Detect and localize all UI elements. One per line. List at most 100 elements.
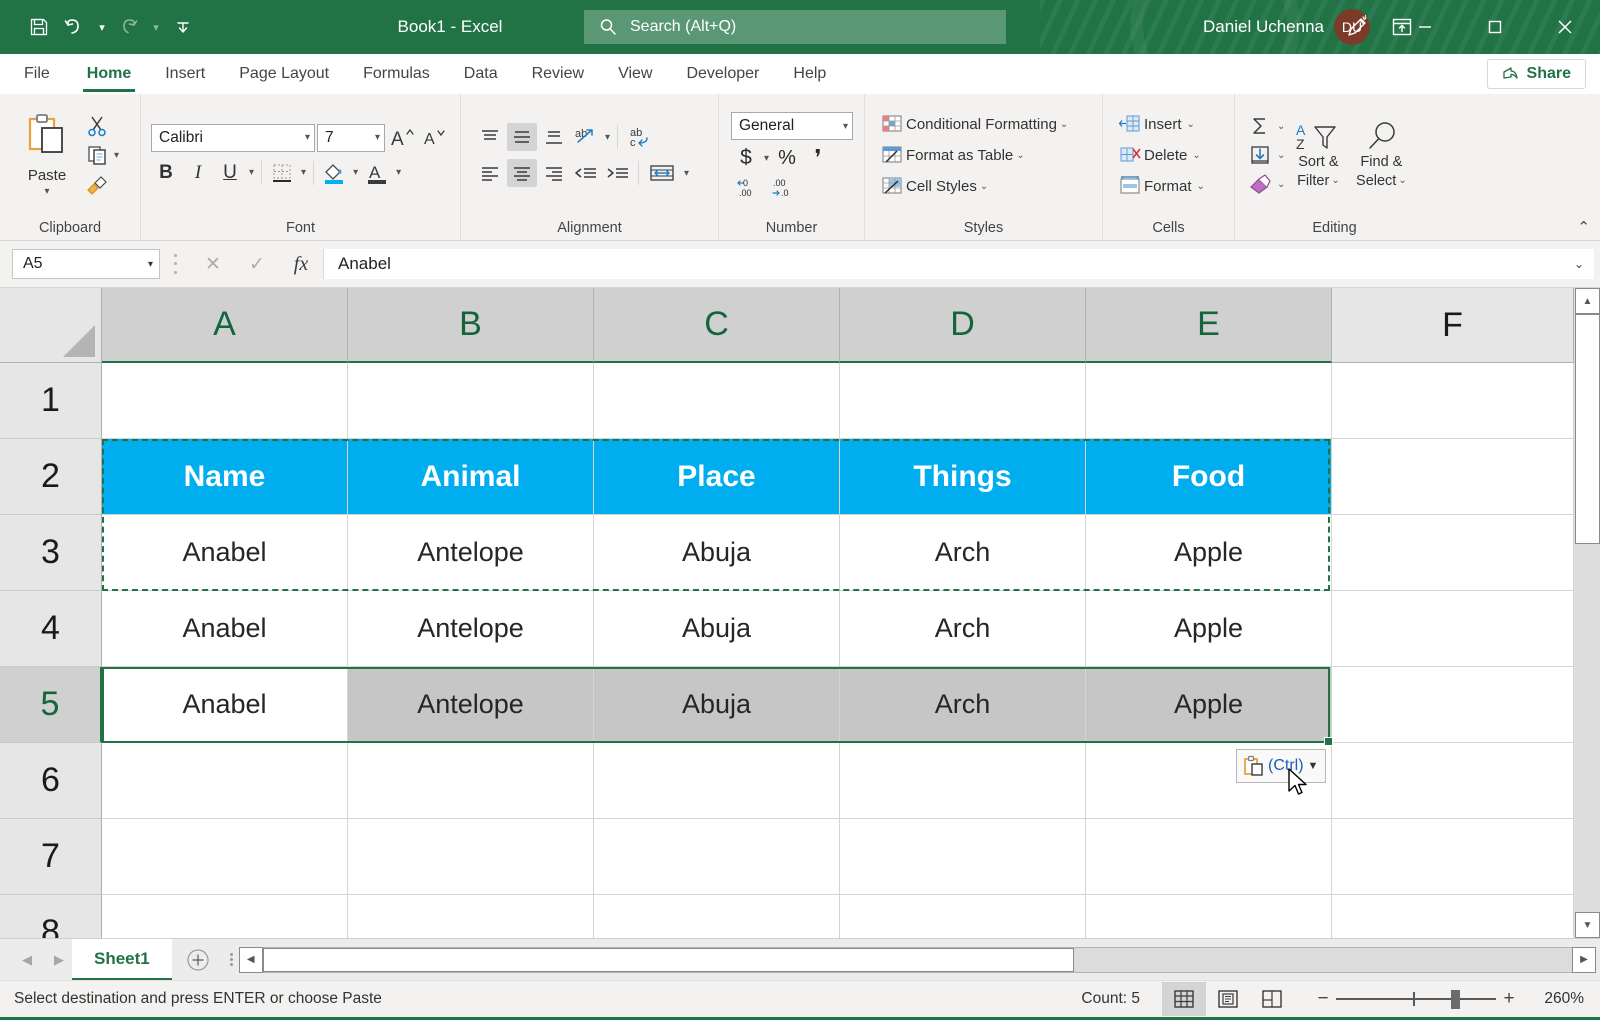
cell-e8[interactable] bbox=[1086, 895, 1332, 938]
insert-dropdown-caret-icon[interactable]: ⌄ bbox=[1185, 119, 1197, 130]
merge-and-center-icon[interactable] bbox=[644, 159, 680, 187]
paste-dropdown-caret-icon[interactable]: ▾ bbox=[44, 186, 49, 197]
normal-view-icon[interactable] bbox=[1162, 982, 1206, 1016]
cell-b6[interactable] bbox=[348, 743, 594, 819]
cell-c4[interactable]: Abuja bbox=[594, 591, 840, 667]
conditional-formatting-button[interactable]: Conditional Formatting ⌄ bbox=[877, 110, 1072, 138]
cell-f5[interactable] bbox=[1332, 667, 1574, 743]
cell-c6[interactable] bbox=[594, 743, 840, 819]
cell-d7[interactable] bbox=[840, 819, 1086, 895]
tab-home[interactable]: Home bbox=[70, 54, 148, 94]
wrap-text-icon[interactable]: abc bbox=[623, 123, 659, 151]
row-header-1[interactable]: 1 bbox=[0, 363, 102, 439]
cell-f6[interactable] bbox=[1332, 743, 1574, 819]
horizontal-scroll-track[interactable] bbox=[263, 947, 1572, 973]
cell-a8[interactable] bbox=[102, 895, 348, 938]
vertical-scroll-track[interactable] bbox=[1575, 544, 1600, 912]
row-header-6[interactable]: 6 bbox=[0, 743, 102, 819]
fill-down-icon[interactable] bbox=[1245, 141, 1275, 169]
cell-d6[interactable] bbox=[840, 743, 1086, 819]
cell-c5[interactable]: Abuja bbox=[594, 667, 840, 743]
cancel-x-icon[interactable]: ✕ bbox=[191, 249, 235, 279]
cell-b3[interactable]: Antelope bbox=[348, 515, 594, 591]
expand-formula-bar-icon[interactable]: ⌄ bbox=[1564, 249, 1594, 279]
format-as-table-button[interactable]: Format as Table ⌄ bbox=[877, 141, 1029, 169]
tab-page-layout[interactable]: Page Layout bbox=[222, 54, 346, 94]
find-and-select-button[interactable]: Find & Select ⌄ bbox=[1349, 121, 1413, 189]
fill-color-dropdown-caret-icon[interactable]: ▾ bbox=[351, 167, 360, 178]
tab-data[interactable]: Data bbox=[447, 54, 515, 94]
cell-b5[interactable]: Antelope bbox=[348, 667, 594, 743]
column-header-c[interactable]: C bbox=[594, 288, 840, 363]
cell-a1[interactable] bbox=[102, 363, 348, 439]
sort-and-filter-button[interactable]: AZ Sort & Filter ⌄ bbox=[1287, 121, 1349, 189]
cell-b8[interactable] bbox=[348, 895, 594, 938]
borders-dropdown-caret-icon[interactable]: ▾ bbox=[299, 167, 308, 178]
comma-style-icon[interactable]: ❜ bbox=[803, 144, 833, 172]
number-format-select[interactable]: General ▾ bbox=[731, 112, 853, 140]
sort-filter-dropdown-caret-icon[interactable]: ⌄ bbox=[1331, 175, 1339, 186]
tab-formulas[interactable]: Formulas bbox=[346, 54, 447, 94]
zoom-level-label[interactable]: 260% bbox=[1522, 990, 1584, 1008]
borders-icon[interactable] bbox=[267, 159, 297, 187]
italic-button[interactable]: I bbox=[183, 159, 213, 187]
zoom-slider-thumb[interactable] bbox=[1451, 990, 1460, 1009]
chevron-down-icon[interactable]: ▼ bbox=[1308, 760, 1319, 772]
tab-insert[interactable]: Insert bbox=[148, 54, 222, 94]
align-top-icon[interactable] bbox=[475, 123, 505, 151]
ink-pen-icon[interactable] bbox=[1344, 14, 1370, 40]
undo-dropdown-caret-icon[interactable]: ▾ bbox=[94, 10, 110, 44]
percent-style-icon[interactable]: % bbox=[772, 144, 802, 172]
copy-dropdown-caret-icon[interactable]: ▾ bbox=[112, 150, 121, 161]
scroll-left-arrow-icon[interactable]: ◀ bbox=[239, 947, 263, 973]
previous-sheet-icon[interactable]: ◀ bbox=[22, 952, 32, 968]
row-header-2[interactable]: 2 bbox=[0, 439, 102, 515]
zoom-in-button[interactable]: + bbox=[1496, 988, 1522, 1010]
page-layout-view-icon[interactable] bbox=[1206, 982, 1250, 1016]
cell-c3[interactable]: Abuja bbox=[594, 515, 840, 591]
clear-eraser-icon[interactable] bbox=[1245, 170, 1275, 198]
row-header-5[interactable]: 5 bbox=[0, 667, 102, 743]
align-bottom-icon[interactable] bbox=[539, 123, 569, 151]
format-painter-button[interactable] bbox=[82, 170, 112, 198]
add-sheet-plus-icon[interactable] bbox=[172, 939, 224, 980]
insert-function-fx-icon[interactable]: fx bbox=[279, 249, 323, 279]
delete-cells-button[interactable]: Delete ⌄ bbox=[1115, 141, 1207, 169]
bold-button[interactable]: B bbox=[151, 159, 181, 187]
find-select-dropdown-caret-icon[interactable]: ⌄ bbox=[1398, 175, 1406, 186]
cell-e2[interactable]: Food bbox=[1086, 439, 1332, 515]
next-sheet-icon[interactable]: ▶ bbox=[54, 952, 64, 968]
cell-e4[interactable]: Apple bbox=[1086, 591, 1332, 667]
formula-input[interactable]: Anabel bbox=[323, 249, 1564, 279]
insert-cells-button[interactable]: Insert ⌄ bbox=[1115, 110, 1201, 138]
cell-e3[interactable]: Apple bbox=[1086, 515, 1332, 591]
tab-view[interactable]: View bbox=[601, 54, 669, 94]
cell-b1[interactable] bbox=[348, 363, 594, 439]
zoom-out-button[interactable]: − bbox=[1310, 988, 1336, 1010]
accounting-number-format-icon[interactable]: $ bbox=[731, 144, 761, 172]
cell-styles-button[interactable]: Cell Styles ⌄ bbox=[877, 172, 992, 200]
clear-dropdown-caret-icon[interactable]: ⌄ bbox=[1275, 179, 1287, 190]
redo-icon[interactable] bbox=[112, 10, 146, 44]
horizontal-scrollbar[interactable]: ◀ ▶ bbox=[224, 939, 1600, 980]
cell-d3[interactable]: Arch bbox=[840, 515, 1086, 591]
minimize-button[interactable] bbox=[1390, 0, 1460, 54]
paste-options-button[interactable]: (Ctrl) ▼ bbox=[1236, 749, 1326, 783]
decrease-decimal-icon[interactable]: .00.0 bbox=[771, 176, 801, 198]
cell-b4[interactable]: Antelope bbox=[348, 591, 594, 667]
zoom-slider[interactable] bbox=[1336, 991, 1496, 1007]
cell-d1[interactable] bbox=[840, 363, 1086, 439]
fill-dropdown-caret-icon[interactable]: ⌄ bbox=[1275, 150, 1287, 161]
column-header-d[interactable]: D bbox=[840, 288, 1086, 363]
horizontal-scroll-thumb[interactable] bbox=[263, 948, 1075, 972]
vertical-scrollbar[interactable]: ▲ ▼ bbox=[1574, 288, 1600, 938]
increase-decimal-icon[interactable]: 0.00 bbox=[735, 176, 765, 198]
column-header-a[interactable]: A bbox=[102, 288, 348, 363]
fill-color-icon[interactable] bbox=[319, 159, 349, 187]
enter-check-icon[interactable]: ✓ bbox=[235, 249, 279, 279]
cell-f8[interactable] bbox=[1332, 895, 1574, 938]
share-button[interactable]: Share bbox=[1487, 59, 1586, 89]
tab-developer[interactable]: Developer bbox=[669, 54, 776, 94]
align-right-icon[interactable] bbox=[539, 159, 569, 187]
cell-f4[interactable] bbox=[1332, 591, 1574, 667]
